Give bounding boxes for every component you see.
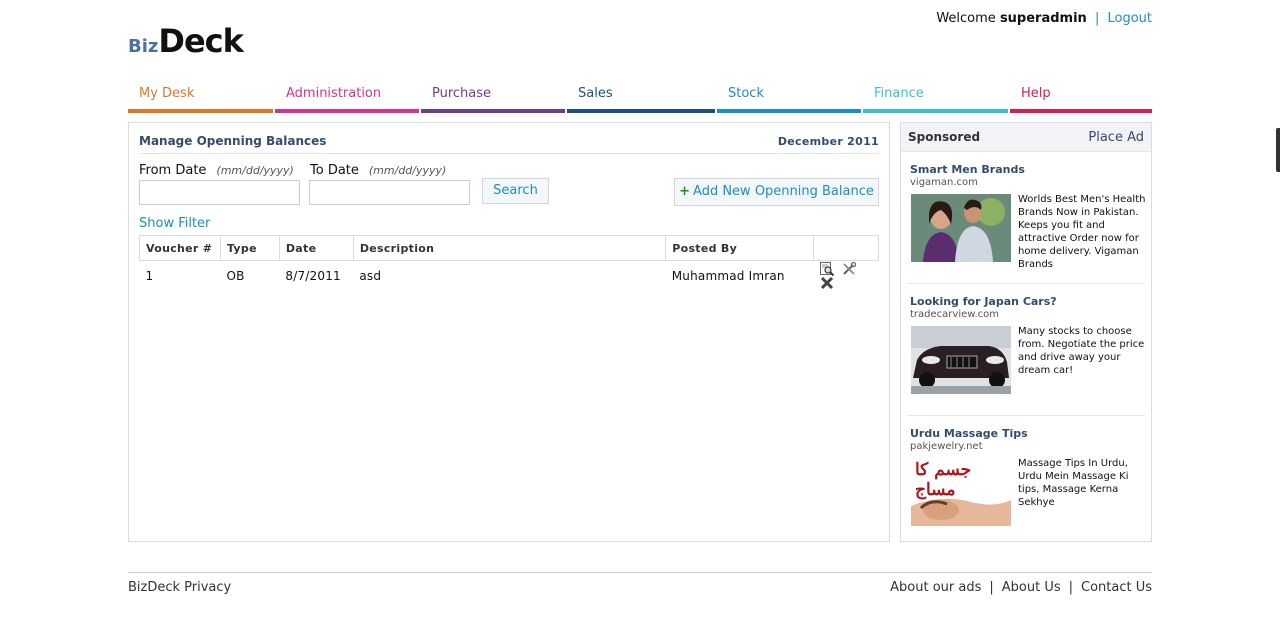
ad-item[interactable]: Looking for Japan Cars? tradecarview.com xyxy=(907,284,1145,416)
place-ad-link[interactable]: Place Ad xyxy=(1088,130,1144,145)
to-date-label-text: To Date xyxy=(310,163,359,178)
table-row: 1 OB 8/7/2011 asd Muhammad Imran xyxy=(140,261,879,291)
to-date-hint: (mm/dd/yyyy) xyxy=(368,164,447,177)
tab-label: Purchase xyxy=(432,86,492,101)
ad-image[interactable]: جسم کا مساج xyxy=(911,458,1011,526)
to-date-input[interactable] xyxy=(309,180,470,205)
edit-icon[interactable] xyxy=(842,261,856,276)
tab-label: My Desk xyxy=(139,86,195,101)
ad-image[interactable] xyxy=(911,194,1011,262)
tab-label: Stock xyxy=(728,86,764,101)
to-date-label: To Date (mm/dd/yyyy) xyxy=(310,163,446,178)
tab-finance[interactable]: Finance xyxy=(863,85,1008,113)
col-actions xyxy=(813,235,879,261)
cell-voucher: 1 xyxy=(145,268,154,283)
footer-divider xyxy=(128,572,1152,573)
ad-headline[interactable]: Looking for Japan Cars? xyxy=(910,295,1057,308)
scroll-marker[interactable] xyxy=(1276,128,1280,172)
sponsored-header: Sponsored Place Ad xyxy=(901,123,1151,152)
cell-description: asd xyxy=(359,268,382,283)
balances-table: Voucher # Type Date Description Posted B… xyxy=(139,235,879,290)
cell-type: OB xyxy=(226,268,245,283)
cell-date: 8/7/2011 xyxy=(285,268,341,283)
opening-balances-panel: Manage Openning Balances December 2011 F… xyxy=(128,122,890,542)
sponsored-title: Sponsored xyxy=(908,130,981,144)
view-icon[interactable] xyxy=(819,261,834,276)
plus-icon: + xyxy=(679,184,691,199)
ad-headline[interactable]: Smart Men Brands xyxy=(910,163,1025,176)
from-date-hint: (mm/dd/yyyy) xyxy=(216,164,294,177)
tab-label: Help xyxy=(1021,86,1051,101)
about-ads-link[interactable]: About our ads xyxy=(890,580,981,595)
footer-privacy-link[interactable]: BizDeck Privacy xyxy=(128,580,231,595)
col-description[interactable]: Description xyxy=(352,235,667,261)
ad-item[interactable]: Urdu Massage Tips pakjewelry.net جسم کا … xyxy=(907,416,1145,548)
logo-biz: Biz xyxy=(128,36,159,57)
ad-image-caption: جسم کا مساج xyxy=(915,460,972,500)
contact-us-link[interactable]: Contact Us xyxy=(1081,580,1152,595)
sponsored-panel: Sponsored Place Ad Smart Men Brands viga… xyxy=(900,122,1152,542)
add-button-label: Add New Openning Balance xyxy=(693,184,874,199)
about-us-link[interactable]: About Us xyxy=(1002,580,1061,595)
footer-links: About our ads | About Us | Contact Us xyxy=(890,580,1152,595)
from-date-input[interactable] xyxy=(139,180,300,205)
page-title: Manage Openning Balances xyxy=(139,134,327,148)
from-date-label-text: From Date xyxy=(139,163,207,178)
ad-headline[interactable]: Urdu Massage Tips xyxy=(910,427,1028,440)
cell-actions xyxy=(814,261,879,291)
tab-stock[interactable]: Stock xyxy=(717,85,861,113)
col-posted-by[interactable]: Posted By xyxy=(665,235,815,261)
current-month: December 2011 xyxy=(777,134,879,148)
delete-icon[interactable] xyxy=(820,276,834,290)
ad-image[interactable] xyxy=(911,326,1011,394)
footer-separator: | xyxy=(1068,580,1073,595)
ad-text: Many stocks to choose from. Negotiate th… xyxy=(1018,326,1145,376)
tab-help[interactable]: Help xyxy=(1010,85,1152,113)
footer-separator: | xyxy=(989,580,994,595)
welcome-bar: Welcome superadmin | Logout xyxy=(936,11,1152,26)
cell-posted-by: Muhammad Imran xyxy=(671,268,785,283)
main-nav: My Desk Administration Purchase Sales St… xyxy=(128,85,1152,113)
ad-text: Worlds Best Men's Health Brands Now in P… xyxy=(1018,194,1146,270)
logout-link[interactable]: Logout xyxy=(1107,11,1152,26)
tab-my-desk[interactable]: My Desk xyxy=(128,85,273,113)
show-filter-link[interactable]: Show Filter xyxy=(139,216,210,231)
ad-url: vigaman.com xyxy=(910,177,978,188)
ad-item[interactable]: Smart Men Brands vigaman.com Worlds Best… xyxy=(907,152,1145,284)
bizdeck-logo[interactable]: BizDeck xyxy=(128,22,244,60)
panel-header: Manage Openning Balances December 2011 xyxy=(139,123,879,154)
username: superadmin xyxy=(999,11,1087,26)
tab-label: Sales xyxy=(578,86,613,101)
tab-purchase[interactable]: Purchase xyxy=(421,85,565,113)
add-opening-balance-button[interactable]: + Add New Openning Balance xyxy=(674,178,879,206)
tab-administration[interactable]: Administration xyxy=(275,85,419,113)
welcome-text: Welcome xyxy=(936,11,996,26)
col-voucher[interactable]: Voucher # xyxy=(139,235,221,261)
search-button[interactable]: Search xyxy=(482,178,549,204)
tab-label: Finance xyxy=(874,86,924,101)
ad-url: tradecarview.com xyxy=(910,309,1000,320)
tab-sales[interactable]: Sales xyxy=(567,85,715,113)
col-date[interactable]: Date xyxy=(278,235,354,261)
from-date-label: From Date (mm/dd/yyyy) xyxy=(139,163,294,178)
logo-deck: Deck xyxy=(158,22,244,60)
tab-label: Administration xyxy=(286,86,382,101)
ad-text: Massage Tips In Urdu, Urdu Mein Massage … xyxy=(1018,458,1129,508)
table-header-row: Voucher # Type Date Description Posted B… xyxy=(139,235,879,261)
ad-url: pakjewelry.net xyxy=(910,441,983,452)
col-type[interactable]: Type xyxy=(219,235,280,261)
welcome-separator: | xyxy=(1094,11,1100,26)
